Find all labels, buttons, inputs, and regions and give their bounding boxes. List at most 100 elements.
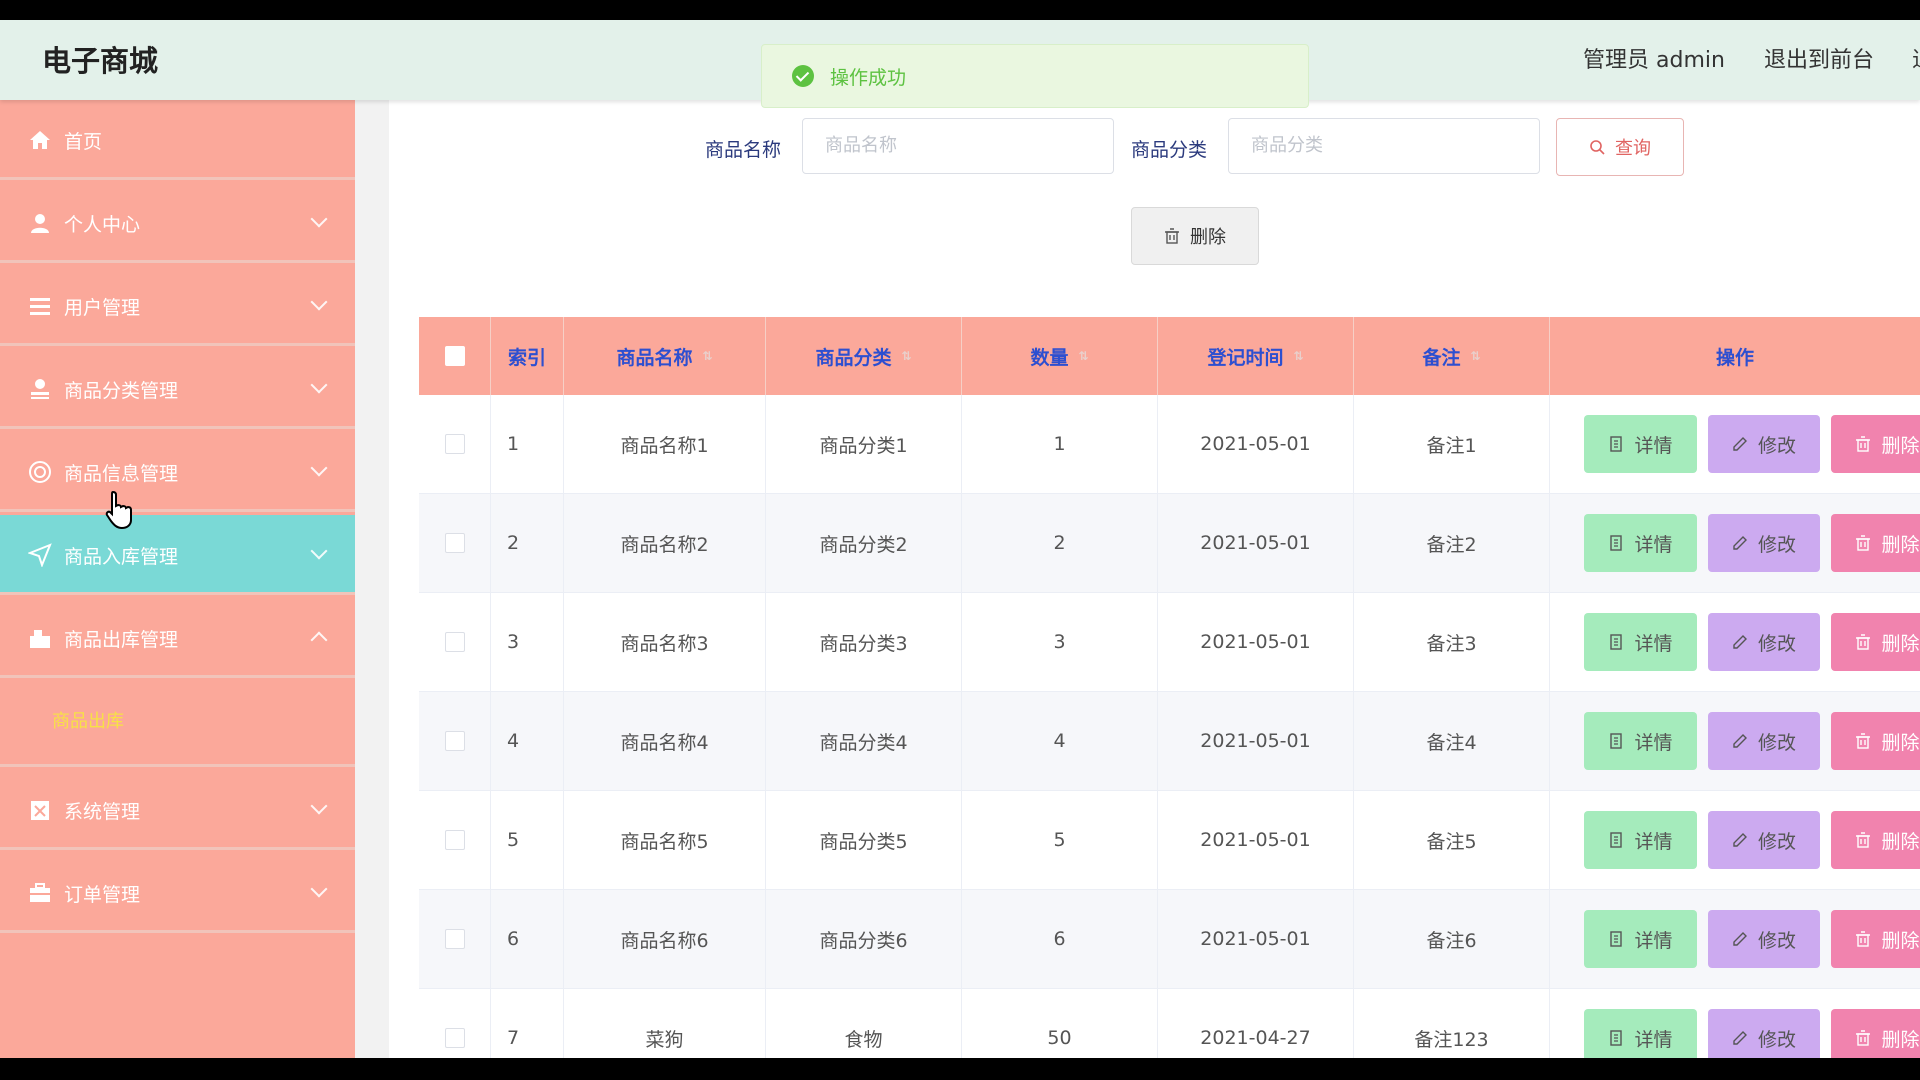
row-select-cell xyxy=(419,494,491,592)
edit-button[interactable]: 修改 xyxy=(1708,1009,1820,1058)
row-select-cell xyxy=(419,890,491,988)
sidebar-item-stock-in[interactable]: 商品入库管理 xyxy=(0,515,355,595)
sidebar-item-personal-center[interactable]: 个人中心 xyxy=(0,183,355,263)
admin-user-link[interactable]: 管理员 admin xyxy=(1583,42,1725,74)
cell-date: 2021-05-01 xyxy=(1158,692,1354,790)
column-header-name[interactable]: 商品名称 ⇅ xyxy=(564,317,766,395)
cell-index: 2 xyxy=(491,494,564,592)
product-category-input[interactable]: 商品分类 xyxy=(1228,118,1540,174)
cell-name: 商品名称4 xyxy=(564,692,766,790)
product-name-input[interactable]: 商品名称 xyxy=(802,118,1114,174)
edit-button-label: 修改 xyxy=(1757,632,1796,655)
delete-button[interactable]: 删除 xyxy=(1831,910,1920,968)
sort-icon[interactable]: ⇅ xyxy=(1293,350,1303,362)
product-category-label: 商品分类 xyxy=(1131,139,1208,161)
detail-button[interactable]: 详情 xyxy=(1584,613,1697,671)
delete-button[interactable]: 删除 xyxy=(1831,415,1920,473)
row-select-cell xyxy=(419,692,491,790)
sort-icon[interactable]: ⇅ xyxy=(1470,350,1480,362)
cell-qty: 5 xyxy=(962,791,1158,889)
query-button[interactable]: 查询 xyxy=(1556,118,1684,176)
delete-button-label: 删除 xyxy=(1881,1028,1920,1051)
table-row: 2 商品名称2 商品分类2 2 2021-05-01 备注2 详情 修改 删除 xyxy=(419,494,1920,593)
column-header-note[interactable]: 备注 ⇅ xyxy=(1354,317,1550,395)
exit-to-frontend-link[interactable]: 退出到前台 xyxy=(1764,42,1874,74)
row-checkbox[interactable] xyxy=(444,1028,465,1048)
cell-index: 3 xyxy=(491,593,564,691)
column-header-actions: 操作 xyxy=(1550,317,1920,395)
row-checkbox[interactable] xyxy=(444,731,465,751)
detail-button[interactable]: 详情 xyxy=(1584,415,1697,473)
row-checkbox[interactable] xyxy=(444,632,465,652)
sidebar-item-label: 系统管理 xyxy=(64,801,141,823)
sidebar-item-home[interactable]: 首页 xyxy=(0,100,355,180)
select-all-checkbox[interactable] xyxy=(444,346,465,366)
delete-button-label: 删除 xyxy=(1881,929,1920,952)
edit-button[interactable]: 修改 xyxy=(1708,811,1820,869)
column-header-label: 索引 xyxy=(507,346,546,369)
detail-button[interactable]: 详情 xyxy=(1584,811,1697,869)
delete-button[interactable]: 删除 xyxy=(1831,514,1920,572)
sidebar-subitem-label: 商品出库 xyxy=(52,711,124,732)
cell-note: 备注2 xyxy=(1354,494,1550,592)
edit-button[interactable]: 修改 xyxy=(1708,910,1820,968)
detail-button[interactable]: 详情 xyxy=(1584,910,1697,968)
table-row: 5 商品名称5 商品分类5 5 2021-05-01 备注5 详情 修改 删除 xyxy=(419,791,1920,890)
chevron-up-icon xyxy=(310,631,328,649)
row-checkbox[interactable] xyxy=(444,830,465,850)
edit-button[interactable]: 修改 xyxy=(1708,613,1820,671)
document-icon xyxy=(1610,832,1623,848)
batch-delete-button[interactable]: 删除 xyxy=(1131,207,1259,265)
pencil-icon xyxy=(1733,437,1747,451)
sort-icon[interactable]: ⇅ xyxy=(1078,350,1088,362)
sort-icon[interactable]: ⇅ xyxy=(901,350,911,362)
cell-category: 商品分类5 xyxy=(766,791,962,889)
briefcase-icon xyxy=(30,883,50,902)
cell-qty: 4 xyxy=(962,692,1158,790)
row-checkbox[interactable] xyxy=(444,929,465,949)
delete-button[interactable]: 删除 xyxy=(1831,1009,1920,1058)
detail-button[interactable]: 详情 xyxy=(1584,1009,1697,1058)
cell-note: 备注5 xyxy=(1354,791,1550,889)
detail-button[interactable]: 详情 xyxy=(1584,712,1697,770)
search-icon xyxy=(1590,140,1605,155)
hand-cursor-icon xyxy=(105,490,132,530)
home-icon xyxy=(30,131,50,149)
table-row: 3 商品名称3 商品分类3 3 2021-05-01 备注3 详情 修改 删除 xyxy=(419,593,1920,692)
delete-button[interactable]: 删除 xyxy=(1831,613,1920,671)
document-icon xyxy=(1610,1030,1623,1046)
column-header-category[interactable]: 商品分类 ⇅ xyxy=(766,317,962,395)
column-header-quantity[interactable]: 数量 ⇅ xyxy=(962,317,1158,395)
sidebar-item-category-management[interactable]: 商品分类管理 xyxy=(0,349,355,429)
sort-icon[interactable]: ⇅ xyxy=(702,350,712,362)
detail-button-label: 详情 xyxy=(1634,1028,1673,1051)
cell-category: 商品分类3 xyxy=(766,593,962,691)
trash-icon xyxy=(1165,228,1179,244)
edit-button[interactable]: 修改 xyxy=(1708,514,1820,572)
sidebar-subitem-stock-out[interactable]: 商品出库 xyxy=(0,681,355,767)
sidebar-item-user-management[interactable]: 用户管理 xyxy=(0,266,355,346)
cell-qty: 1 xyxy=(962,395,1158,493)
detail-button-label: 详情 xyxy=(1634,533,1673,556)
sidebar-item-product-info[interactable]: 商品信息管理 xyxy=(0,432,355,512)
row-checkbox[interactable] xyxy=(444,434,465,454)
logout-link[interactable]: 退 xyxy=(1912,42,1920,74)
column-header-date[interactable]: 登记时间 ⇅ xyxy=(1158,317,1354,395)
row-checkbox[interactable] xyxy=(444,533,465,553)
column-header-label: 数量 xyxy=(1030,346,1069,369)
cell-index: 7 xyxy=(491,989,564,1058)
delete-button[interactable]: 删除 xyxy=(1831,811,1920,869)
query-button-label: 查询 xyxy=(1615,138,1651,159)
delete-button[interactable]: 删除 xyxy=(1831,712,1920,770)
delete-button-label: 删除 xyxy=(1881,731,1920,754)
edit-button[interactable]: 修改 xyxy=(1708,712,1820,770)
document-icon xyxy=(1610,436,1623,452)
batch-delete-label: 删除 xyxy=(1190,227,1226,248)
sidebar-item-system[interactable]: 系统管理 xyxy=(0,770,355,850)
cell-name: 商品名称6 xyxy=(564,890,766,988)
sidebar-item-stock-out[interactable]: 商品出库管理 xyxy=(0,598,355,678)
edit-button[interactable]: 修改 xyxy=(1708,415,1820,473)
sidebar-item-orders[interactable]: 订单管理 xyxy=(0,853,355,933)
detail-button[interactable]: 详情 xyxy=(1584,514,1697,572)
cell-name: 菜狗 xyxy=(564,989,766,1058)
